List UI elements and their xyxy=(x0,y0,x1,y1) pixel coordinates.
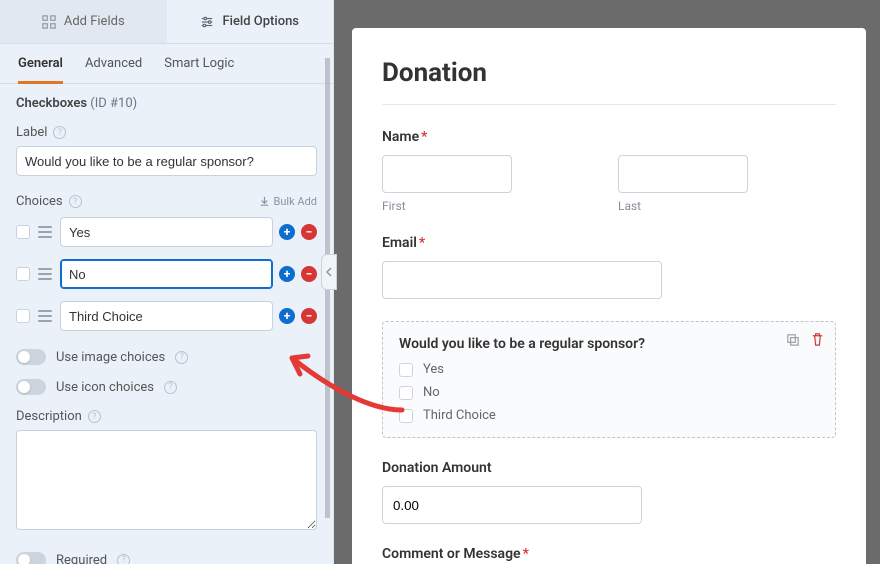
field-type-label: Checkboxes xyxy=(16,96,87,111)
donation-amount-field[interactable]: Donation Amount xyxy=(382,460,836,524)
help-icon[interactable]: ? xyxy=(53,126,66,139)
required-asterisk: * xyxy=(523,546,529,562)
use-icon-choices-label: Use icon choices xyxy=(56,380,154,395)
amount-label: Donation Amount xyxy=(382,460,836,476)
help-icon[interactable]: ? xyxy=(117,554,130,564)
name-field[interactable]: Name* First Last xyxy=(382,129,836,213)
preview-area: Donation Name* First Last Email* xyxy=(334,0,880,564)
choice-row: + − xyxy=(16,259,317,289)
duplicate-icon[interactable] xyxy=(785,332,800,347)
chevron-left-icon xyxy=(325,267,333,277)
last-name-input[interactable] xyxy=(618,155,748,193)
first-name-input[interactable] xyxy=(382,155,512,193)
add-choice-button[interactable]: + xyxy=(279,266,295,282)
form-preview: Donation Name* First Last Email* xyxy=(352,28,866,564)
email-label: Email xyxy=(382,235,417,251)
amount-input[interactable] xyxy=(382,486,642,524)
use-icon-choices-toggle[interactable] xyxy=(16,379,46,395)
choices-header: Choices xyxy=(16,194,63,209)
last-sublabel: Last xyxy=(618,199,836,213)
tab-add-fields-label: Add Fields xyxy=(64,14,125,29)
add-choice-button[interactable]: + xyxy=(279,308,295,324)
field-id-number: (ID #10) xyxy=(90,96,137,111)
remove-choice-button[interactable]: − xyxy=(301,308,317,324)
sliders-icon xyxy=(200,15,214,29)
description-textarea[interactable] xyxy=(16,430,317,530)
field-id: Checkboxes (ID #10) xyxy=(16,96,317,111)
choice-row: + − xyxy=(16,301,317,331)
first-sublabel: First xyxy=(382,199,600,213)
panel-body: Checkboxes (ID #10) Label ? Choices ? xyxy=(0,84,333,564)
name-label: Name xyxy=(382,129,419,145)
comment-label: Comment or Message xyxy=(382,546,521,562)
bulk-add-label: Bulk Add xyxy=(274,195,317,208)
drag-handle-icon[interactable] xyxy=(36,307,54,325)
form-title: Donation xyxy=(382,58,836,105)
grid-icon xyxy=(42,15,56,29)
sponsor-field-selected[interactable]: Would you like to be a regular sponsor? … xyxy=(382,321,836,438)
required-toggle[interactable] xyxy=(16,552,46,564)
choice-default-checkbox[interactable] xyxy=(16,267,30,281)
subtab-general[interactable]: General xyxy=(18,56,63,84)
option-checkbox[interactable] xyxy=(399,386,413,400)
choice-row: + − xyxy=(16,217,317,247)
required-asterisk: * xyxy=(421,129,427,145)
choice-input[interactable] xyxy=(60,217,273,247)
description-header: Description xyxy=(16,409,82,424)
option-checkbox[interactable] xyxy=(399,363,413,377)
email-field[interactable]: Email* xyxy=(382,235,836,299)
option-checkbox[interactable] xyxy=(399,409,413,423)
choice-default-checkbox[interactable] xyxy=(16,309,30,323)
sponsor-label: Would you like to be a regular sponsor? xyxy=(399,336,819,352)
subtab-advanced[interactable]: Advanced xyxy=(85,56,142,83)
comment-field[interactable]: Comment or Message* xyxy=(382,546,836,562)
help-icon[interactable]: ? xyxy=(164,381,177,394)
left-panel: Add Fields Field Options General Advance… xyxy=(0,0,334,564)
remove-choice-button[interactable]: − xyxy=(301,266,317,282)
required-label: Required xyxy=(56,553,107,564)
use-image-choices-toggle[interactable] xyxy=(16,349,46,365)
tab-field-options[interactable]: Field Options xyxy=(167,0,334,43)
option-label: Yes xyxy=(423,362,444,377)
option-label: Third Choice xyxy=(423,408,496,423)
add-choice-button[interactable]: + xyxy=(279,224,295,240)
bulk-add-link[interactable]: Bulk Add xyxy=(259,195,317,208)
scrollbar[interactable] xyxy=(325,44,330,564)
label-input[interactable] xyxy=(16,146,317,176)
use-image-choices-label: Use image choices xyxy=(56,350,165,365)
drag-handle-icon[interactable] xyxy=(36,265,54,283)
trash-icon[interactable] xyxy=(810,332,825,347)
subtabs: General Advanced Smart Logic xyxy=(0,44,333,84)
download-icon xyxy=(259,196,270,207)
choice-default-checkbox[interactable] xyxy=(16,225,30,239)
help-icon[interactable]: ? xyxy=(88,410,101,423)
tab-field-options-label: Field Options xyxy=(222,14,299,29)
choice-input[interactable] xyxy=(60,259,273,289)
tab-add-fields[interactable]: Add Fields xyxy=(0,0,167,43)
choice-input[interactable] xyxy=(60,301,273,331)
subtab-smart-logic[interactable]: Smart Logic xyxy=(164,56,234,83)
help-icon[interactable]: ? xyxy=(175,351,188,364)
help-icon[interactable]: ? xyxy=(69,195,82,208)
label-header: Label xyxy=(16,125,47,140)
drag-handle-icon[interactable] xyxy=(36,223,54,241)
collapse-panel-button[interactable] xyxy=(321,254,337,290)
required-asterisk: * xyxy=(419,235,425,251)
panel-tabs: Add Fields Field Options xyxy=(0,0,333,44)
option-label: No xyxy=(423,385,440,400)
email-input[interactable] xyxy=(382,261,662,299)
remove-choice-button[interactable]: − xyxy=(301,224,317,240)
